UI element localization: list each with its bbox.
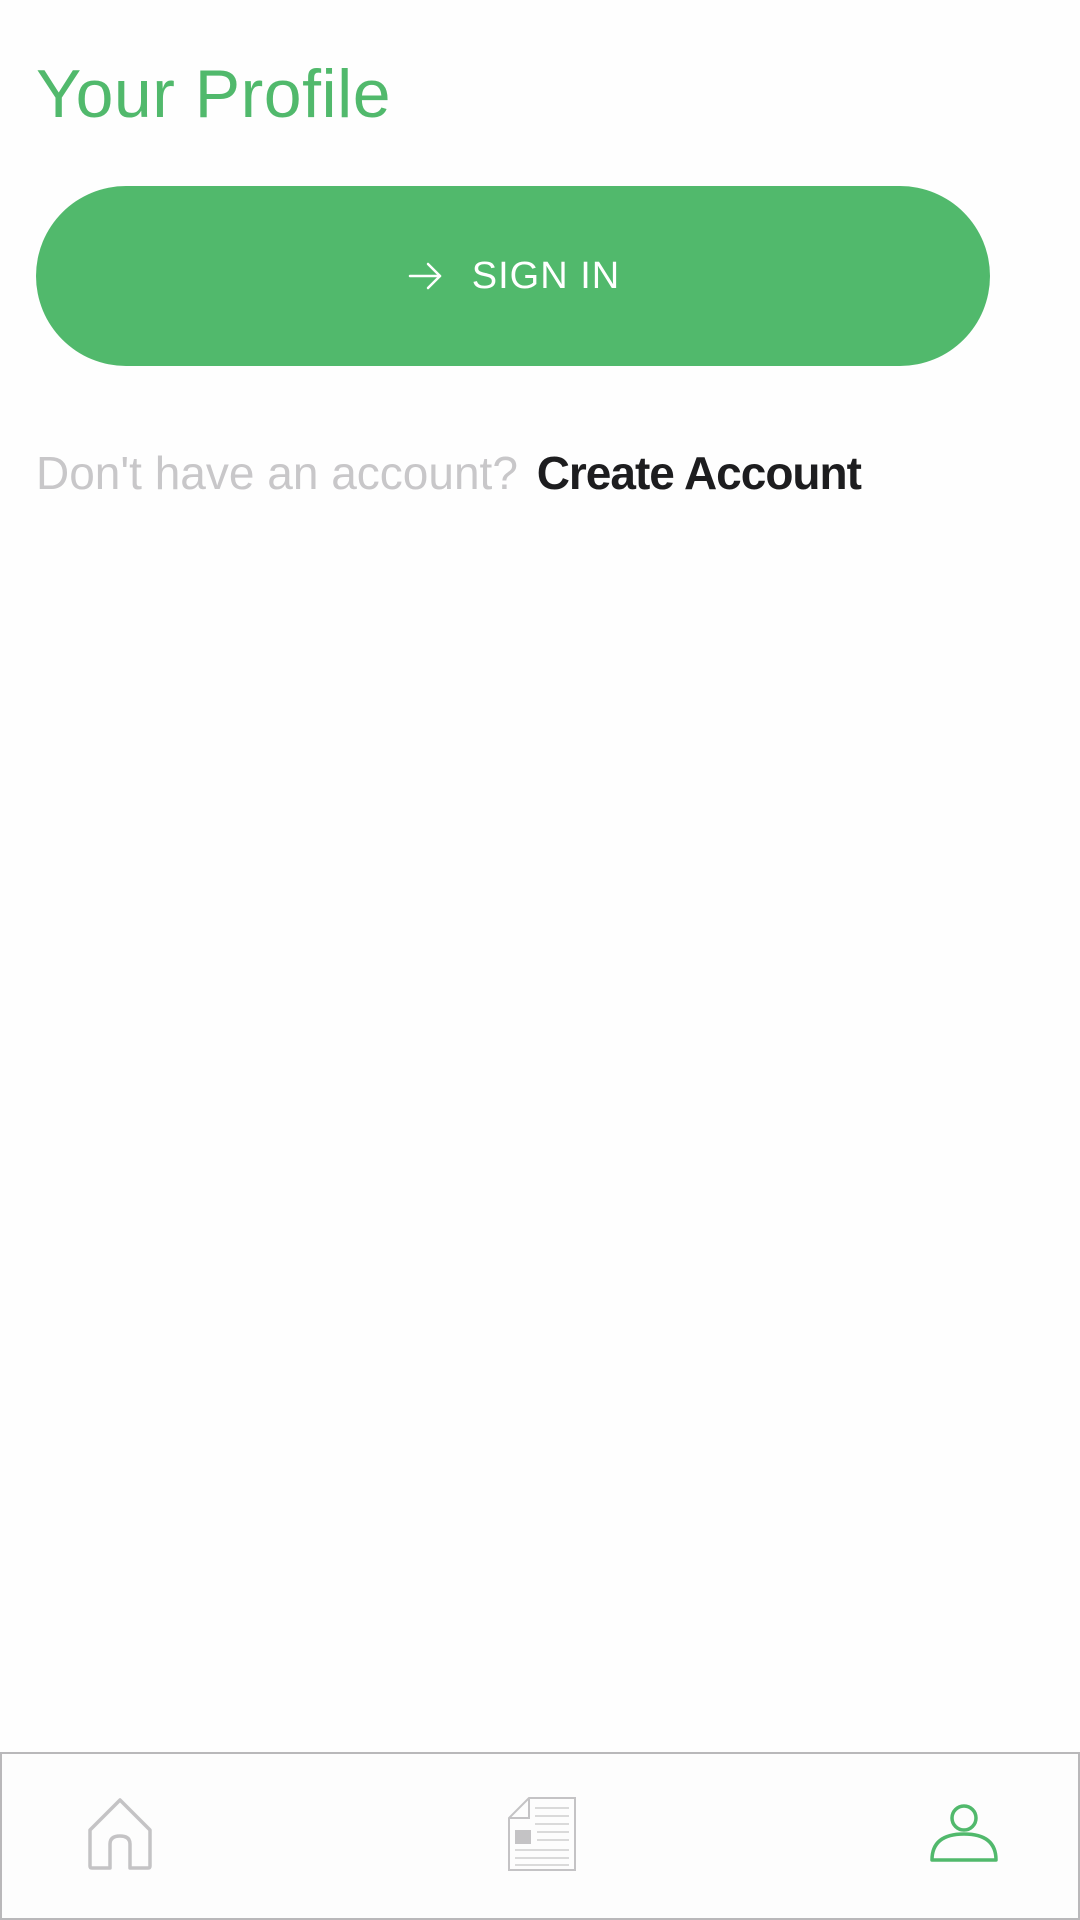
sign-in-button-content: SIGN IN [406,255,620,298]
sign-in-label: SIGN IN [471,254,621,297]
nav-item-profile[interactable] [924,1794,1004,1874]
profile-screen: Your Profile SIGN IN Don't have an accou… [0,0,1080,1920]
bottom-navigation-bar [0,1752,1080,1920]
arrow-right-icon [408,262,442,290]
nav-item-home[interactable] [80,1794,160,1874]
page-title: Your Profile [36,56,392,132]
create-account-row: Don't have an account? Create Account [36,443,862,503]
nav-item-news[interactable] [502,1794,582,1874]
home-icon [88,1798,152,1870]
user-icon [930,1804,998,1862]
create-account-link[interactable]: Create Account [537,447,862,499]
account-prompt-text: Don't have an account? [36,447,518,499]
newspaper-icon [508,1797,576,1871]
sign-in-button[interactable]: SIGN IN [36,186,990,366]
